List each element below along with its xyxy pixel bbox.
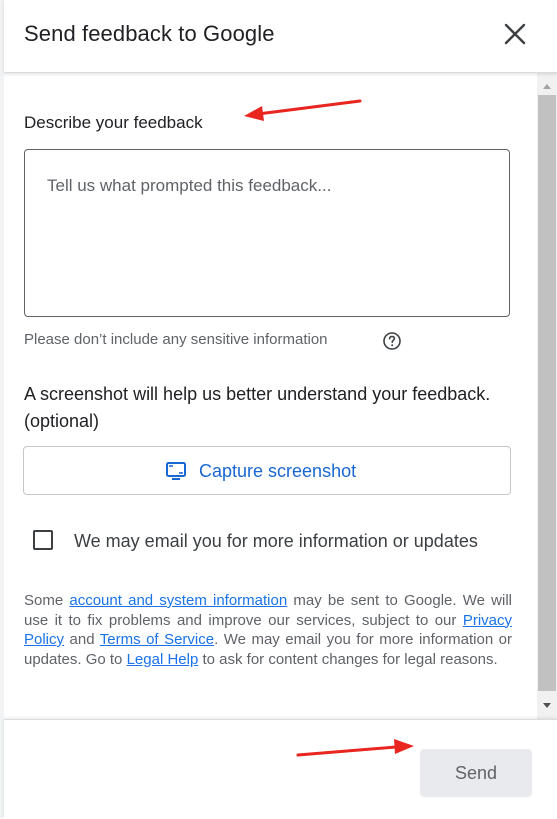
scroll-down-arrow-icon[interactable]: [537, 699, 557, 713]
vertical-scrollbar[interactable]: [537, 73, 557, 719]
close-button[interactable]: [501, 20, 529, 48]
legal-text-1: Some: [24, 592, 70, 609]
dialog-header: Send feedback to Google: [4, 0, 557, 73]
describe-feedback-label: Describe your feedback: [24, 113, 203, 132]
account-system-info-link[interactable]: account and system information: [69, 592, 287, 609]
help-circle-icon[interactable]: [382, 331, 402, 351]
feedback-dialog: Send feedback to Google Describe your fe…: [4, 0, 557, 819]
screenshot-icon: [166, 462, 186, 480]
terms-of-service-link[interactable]: Terms of Service: [100, 631, 214, 648]
legal-text-3: and: [64, 631, 100, 648]
email-updates-checkbox[interactable]: [33, 530, 53, 550]
legal-help-link[interactable]: Legal Help: [127, 651, 199, 668]
dialog-body: Describe your feedback Tell us what prom…: [4, 73, 557, 719]
dialog-title: Send feedback to Google: [24, 21, 275, 46]
send-button-label: Send: [454, 763, 498, 783]
scroll-up-arrow-icon[interactable]: [537, 79, 557, 93]
scrollbar-thumb[interactable]: [538, 95, 556, 691]
send-button[interactable]: Send: [420, 749, 532, 797]
sensitive-info-hint: Please don’t include any sensitive infor…: [24, 331, 328, 348]
close-icon: [504, 23, 526, 45]
capture-screenshot-button[interactable]: Capture screenshot: [23, 446, 511, 495]
legal-disclaimer: Some account and system information may …: [24, 591, 512, 669]
dialog-footer: Send: [4, 719, 557, 819]
feedback-textarea-placeholder: Tell us what prompted this feedback...: [47, 176, 332, 195]
screenshot-prompt: A screenshot will help us better underst…: [24, 384, 491, 431]
legal-text-5: to ask for content changes for legal rea…: [198, 650, 498, 668]
capture-screenshot-label: Capture screenshot: [199, 461, 357, 481]
email-updates-label[interactable]: We may email you for more information or…: [74, 531, 478, 552]
feedback-textarea[interactable]: Tell us what prompted this feedback...: [24, 149, 510, 317]
